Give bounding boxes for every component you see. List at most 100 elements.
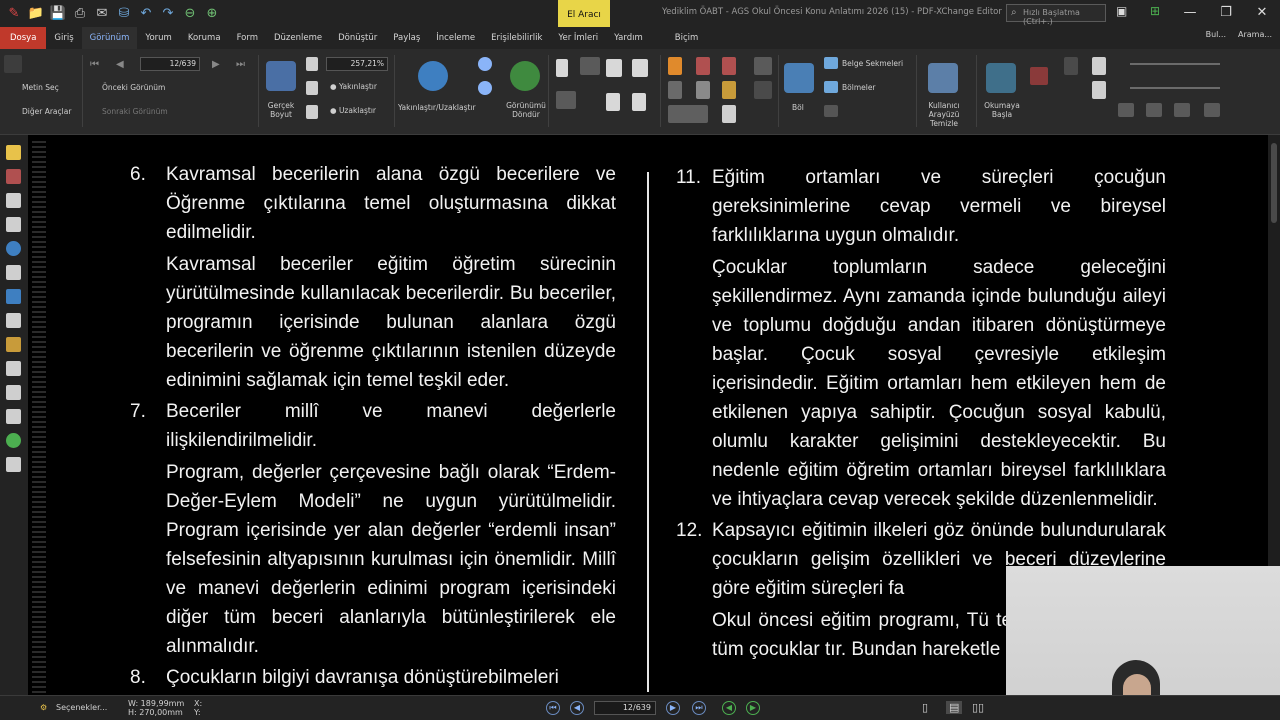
link-icon[interactable] xyxy=(6,289,21,304)
rotate-view-icon[interactable] xyxy=(510,61,540,91)
tab-koruma[interactable]: Koruma xyxy=(180,27,229,49)
globe-icon[interactable] xyxy=(6,241,21,256)
text-markup-icon[interactable] xyxy=(696,57,710,75)
settings-icon[interactable] xyxy=(1064,57,1078,75)
tab-yardim[interactable]: Yardım xyxy=(606,27,651,49)
zoom-out-button[interactable]: ● Uzaklaştır xyxy=(330,106,376,115)
panes-button[interactable]: Bölmeler xyxy=(842,83,876,92)
tab-erisilebilirlik[interactable]: Erişilebilirlik xyxy=(483,27,550,49)
forward-icon[interactable]: ⊕ xyxy=(202,3,222,23)
pen-icon[interactable] xyxy=(6,169,21,184)
zoom-small-icon[interactable] xyxy=(478,57,492,71)
tab-giris[interactable]: Giriş xyxy=(46,27,81,49)
attachments-icon[interactable] xyxy=(6,217,21,232)
tab-donustur[interactable]: Dönüştür xyxy=(330,27,385,49)
compare-icon[interactable] xyxy=(6,457,21,472)
tab-form[interactable]: Form xyxy=(229,27,266,49)
quick-launch-search[interactable]: ⌕ Hızlı Başlatma (Ctrl+.) xyxy=(1006,4,1106,26)
rotate-view-button[interactable]: Görünümü Döndür xyxy=(504,101,548,119)
clean-ui-icon[interactable] xyxy=(928,63,958,93)
forward-view-button[interactable]: ▶ xyxy=(746,701,760,715)
page-layout-icon[interactable] xyxy=(556,91,576,109)
highlight-icon[interactable] xyxy=(668,57,682,75)
align-right-icon[interactable] xyxy=(1174,103,1190,117)
options-button[interactable]: Seçenekler... xyxy=(56,703,107,712)
other-tools-button[interactable]: Diğer Araçlar xyxy=(22,107,71,116)
clock-icon[interactable] xyxy=(6,433,21,448)
tab-inceleme[interactable]: İnceleme xyxy=(428,27,483,49)
voice-icon[interactable] xyxy=(1092,57,1106,75)
tab-gorunum[interactable]: Görünüm xyxy=(81,27,138,49)
print-icon[interactable]: ⎙ xyxy=(70,3,90,23)
back-icon[interactable]: ⊖ xyxy=(180,3,200,23)
next-view-button[interactable]: Sonraki Görünüm xyxy=(102,107,168,116)
panes-icon[interactable] xyxy=(824,81,838,93)
zoom-tool-icon[interactable] xyxy=(418,61,448,91)
stamp-icon[interactable] xyxy=(6,361,21,376)
layout-options-icon[interactable] xyxy=(632,93,646,111)
align-center-icon[interactable] xyxy=(1146,103,1162,117)
save-icon[interactable]: 💾 xyxy=(48,3,68,23)
continuous-icon[interactable] xyxy=(580,57,600,75)
page-number-input[interactable]: 12/639 xyxy=(140,57,200,71)
status-page-input[interactable]: 12/639 xyxy=(594,701,656,715)
tab-paylas[interactable]: Paylaş xyxy=(385,27,428,49)
prev-page-icon[interactable]: ◀ xyxy=(116,59,124,70)
measure-icon[interactable] xyxy=(6,385,21,400)
read-aloud-button[interactable]: Okumaya Başla xyxy=(982,101,1022,119)
toolbar-icon[interactable] xyxy=(824,105,838,117)
volume-slider[interactable] xyxy=(1130,63,1220,65)
split-button[interactable]: Böl xyxy=(792,103,804,112)
last-page-button[interactable]: ⏭ xyxy=(692,701,706,715)
search-link[interactable]: Arama... xyxy=(1238,30,1272,39)
document-icon[interactable] xyxy=(6,265,21,280)
tab-yer-imleri[interactable]: Yer İmleri xyxy=(550,27,606,49)
facing-view-icon[interactable]: ▯▯ xyxy=(972,701,984,714)
restore-button[interactable]: ❐ xyxy=(1208,3,1244,23)
gear-icon[interactable]: ⚙ xyxy=(40,703,47,712)
clean-ui-button[interactable]: Kullanıcı Arayüzü Temizle xyxy=(922,101,966,128)
tab-bicim[interactable]: Biçim xyxy=(667,27,707,49)
read-aloud-icon[interactable] xyxy=(986,63,1016,93)
hand-tool-icon[interactable] xyxy=(4,55,22,73)
actual-size-button[interactable]: Gerçek Boyut xyxy=(264,101,298,119)
continuous-view-icon[interactable]: ▤ xyxy=(946,701,963,714)
scan-icon[interactable]: ⛁ xyxy=(114,3,134,23)
fit-page-icon[interactable] xyxy=(306,81,318,95)
cover-page-icon[interactable] xyxy=(606,93,620,111)
checker-icon[interactable] xyxy=(696,81,710,99)
back-view-button[interactable]: ◀ xyxy=(722,701,736,715)
undo-icon[interactable]: ↶ xyxy=(136,3,156,23)
document-tabs-icon[interactable] xyxy=(824,57,838,69)
open-folder-icon[interactable]: 📁 xyxy=(26,3,46,23)
redo-icon[interactable]: ↷ xyxy=(158,3,178,23)
previous-view-button[interactable]: Önceki Görünüm xyxy=(102,83,165,92)
speed-icon[interactable] xyxy=(1092,81,1106,99)
rate-slider[interactable] xyxy=(1130,87,1220,89)
display-toggle-icon[interactable] xyxy=(668,105,708,123)
stop-icon[interactable] xyxy=(1030,67,1048,85)
layers-icon[interactable] xyxy=(6,313,21,328)
first-page-icon[interactable]: ⏮ xyxy=(90,59,99,70)
split-view-icon[interactable] xyxy=(784,63,814,93)
select-text-button[interactable]: Metin Seç xyxy=(22,83,59,92)
single-page-view-icon[interactable]: ▯ xyxy=(922,701,928,714)
grid-icon[interactable] xyxy=(668,81,682,99)
display-icon[interactable]: ▣ xyxy=(1116,4,1127,18)
comment-icon[interactable] xyxy=(6,145,21,160)
two-page-icon[interactable] xyxy=(606,59,622,77)
tab-yorum[interactable]: Yorum xyxy=(137,27,179,49)
minimize-button[interactable]: — xyxy=(1172,3,1208,23)
tab-duzenleme[interactable]: Düzenleme xyxy=(266,27,330,49)
actual-size-icon[interactable] xyxy=(266,61,296,91)
page-break-icon[interactable] xyxy=(722,105,736,123)
zoom-in-button[interactable]: ● Yakınlaştır xyxy=(330,82,377,91)
align-left-icon[interactable] xyxy=(1118,103,1134,117)
next-page-icon[interactable]: ▶ xyxy=(212,59,220,70)
pages-icon[interactable] xyxy=(6,193,21,208)
night-mode-icon[interactable] xyxy=(754,81,772,99)
fit-width-icon[interactable] xyxy=(306,105,318,119)
two-page-continuous-icon[interactable] xyxy=(632,59,648,77)
close-button[interactable]: ✕ xyxy=(1244,3,1280,23)
zoom-small-2-icon[interactable] xyxy=(478,81,492,95)
